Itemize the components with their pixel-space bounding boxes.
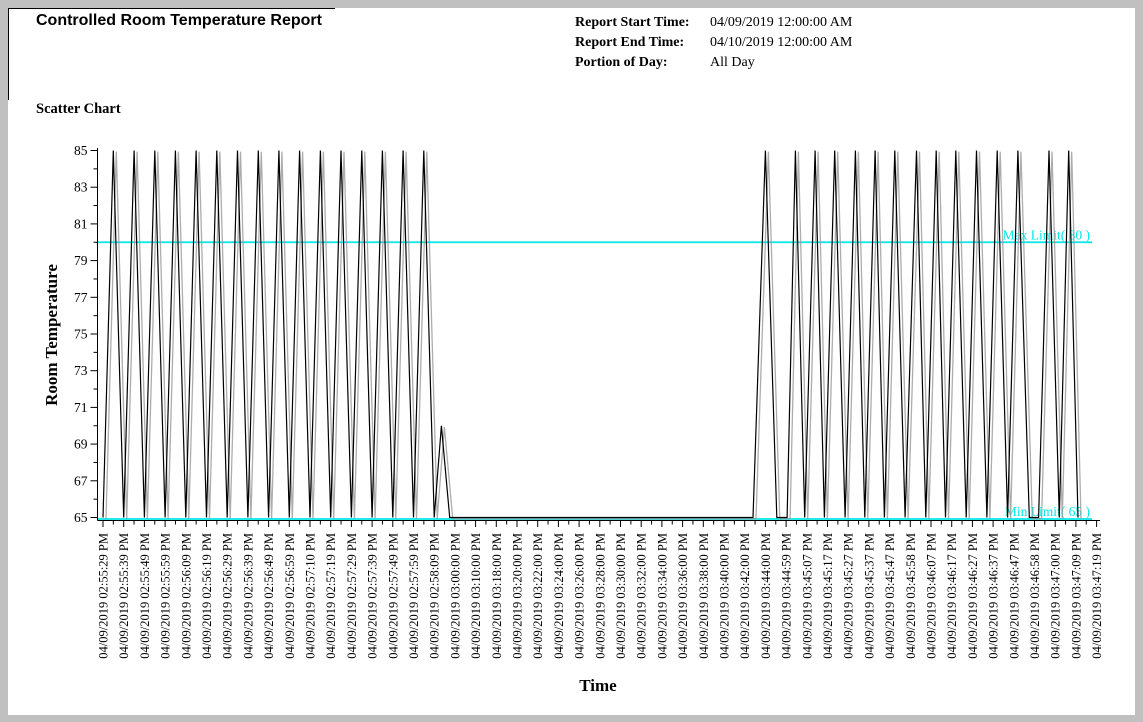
svg-text:04/09/2019 02:57:49 PM: 04/09/2019 02:57:49 PM — [386, 533, 400, 659]
svg-text:04/09/2019 03:47:09 PM: 04/09/2019 03:47:09 PM — [1069, 533, 1083, 659]
svg-text:04/09/2019 03:38:00 PM: 04/09/2019 03:38:00 PM — [697, 533, 711, 659]
meta-row-portion-of-day: Portion of Day: All Day — [575, 53, 852, 73]
report-start-time-label: Report Start Time: — [575, 13, 710, 33]
svg-text:04/09/2019 02:55:49 PM: 04/09/2019 02:55:49 PM — [138, 533, 152, 659]
portion-of-day-value: All Day — [710, 53, 755, 73]
svg-text:04/09/2019 03:32:00 PM: 04/09/2019 03:32:00 PM — [635, 533, 649, 659]
svg-text:04/09/2019 03:26:00 PM: 04/09/2019 03:26:00 PM — [573, 533, 587, 659]
svg-text:04/09/2019 02:56:19 PM: 04/09/2019 02:56:19 PM — [200, 533, 214, 659]
scatter-chart: Max Limit( 80 )Min Limit( 65 )8583817977… — [8, 130, 1135, 715]
svg-text:04/09/2019 03:45:58 PM: 04/09/2019 03:45:58 PM — [904, 533, 918, 659]
svg-text:04/09/2019 03:45:27 PM: 04/09/2019 03:45:27 PM — [842, 533, 856, 659]
x-axis-title: Time — [579, 676, 617, 695]
report-title: Controlled Room Temperature Report — [36, 12, 322, 30]
svg-text:04/09/2019 03:44:59 PM: 04/09/2019 03:44:59 PM — [780, 533, 794, 659]
y-axis-title: Room Temperature — [42, 264, 61, 406]
svg-text:04/09/2019 02:55:59 PM: 04/09/2019 02:55:59 PM — [159, 533, 173, 659]
portion-of-day-label: Portion of Day: — [575, 53, 710, 73]
svg-text:04/09/2019 03:44:00 PM: 04/09/2019 03:44:00 PM — [759, 533, 773, 659]
svg-text:04/09/2019 03:45:37 PM: 04/09/2019 03:45:37 PM — [862, 533, 876, 659]
svg-text:04/09/2019 03:00:00 PM: 04/09/2019 03:00:00 PM — [448, 533, 462, 659]
svg-text:04/09/2019 03:22:00 PM: 04/09/2019 03:22:00 PM — [531, 533, 545, 659]
y-axis-labels: 85 83 81 79 77 75 73 71 69 67 65 — [74, 143, 88, 525]
meta-row-start-time: Report Start Time: 04/09/2019 12:00:00 A… — [575, 13, 852, 33]
report-meta: Report Start Time: 04/09/2019 12:00:00 A… — [575, 13, 852, 73]
svg-text:04/09/2019 03:45:47 PM: 04/09/2019 03:45:47 PM — [883, 533, 897, 659]
svg-text:75: 75 — [74, 327, 88, 342]
report-end-time-value: 04/10/2019 12:00:00 AM — [710, 33, 852, 53]
svg-text:83: 83 — [74, 180, 88, 195]
svg-text:04/09/2019 03:24:00 PM: 04/09/2019 03:24:00 PM — [552, 533, 566, 659]
svg-text:04/09/2019 03:47:00 PM: 04/09/2019 03:47:00 PM — [1049, 533, 1063, 659]
svg-text:73: 73 — [74, 363, 88, 378]
svg-text:04/09/2019 03:46:17 PM: 04/09/2019 03:46:17 PM — [945, 533, 959, 659]
svg-text:04/09/2019 02:56:09 PM: 04/09/2019 02:56:09 PM — [179, 533, 193, 659]
svg-text:65: 65 — [74, 510, 88, 525]
report-viewport: { "page": { "title": "Controlled Room Te… — [0, 0, 1143, 722]
svg-text:04/09/2019 03:34:00 PM: 04/09/2019 03:34:00 PM — [655, 533, 669, 659]
svg-text:04/09/2019 03:46:07 PM: 04/09/2019 03:46:07 PM — [925, 533, 939, 659]
svg-text:04/09/2019 02:58:09 PM: 04/09/2019 02:58:09 PM — [428, 533, 442, 659]
chart-section-title: Scatter Chart — [36, 101, 121, 118]
report-start-time-value: 04/09/2019 12:00:00 AM — [710, 13, 852, 33]
svg-text:04/09/2019 03:20:00 PM: 04/09/2019 03:20:00 PM — [511, 533, 525, 659]
svg-text:04/09/2019 03:36:00 PM: 04/09/2019 03:36:00 PM — [676, 533, 690, 659]
svg-text:04/09/2019 03:46:58 PM: 04/09/2019 03:46:58 PM — [1028, 533, 1042, 659]
svg-text:04/09/2019 02:56:59 PM: 04/09/2019 02:56:59 PM — [283, 533, 297, 659]
svg-text:04/09/2019 03:46:37 PM: 04/09/2019 03:46:37 PM — [987, 533, 1001, 659]
report-end-time-label: Report End Time: — [575, 33, 710, 53]
svg-text:69: 69 — [74, 437, 88, 452]
svg-text:04/09/2019 03:42:00 PM: 04/09/2019 03:42:00 PM — [738, 533, 752, 659]
svg-text:04/09/2019 03:10:00 PM: 04/09/2019 03:10:00 PM — [469, 533, 483, 659]
svg-text:04/09/2019 03:47:19 PM: 04/09/2019 03:47:19 PM — [1090, 533, 1104, 659]
svg-text:71: 71 — [74, 400, 88, 415]
svg-text:04/09/2019 03:46:27 PM: 04/09/2019 03:46:27 PM — [966, 533, 980, 659]
svg-text:04/09/2019 03:28:00 PM: 04/09/2019 03:28:00 PM — [593, 533, 607, 659]
svg-text:04/09/2019 02:57:19 PM: 04/09/2019 02:57:19 PM — [324, 533, 338, 659]
page-border-top — [8, 8, 335, 9]
svg-text:77: 77 — [74, 290, 88, 305]
meta-row-end-time: Report End Time: 04/10/2019 12:00:00 AM — [575, 33, 852, 53]
svg-text:04/09/2019 02:56:39 PM: 04/09/2019 02:56:39 PM — [241, 533, 255, 659]
chart-area: Max Limit( 80 )Min Limit( 65 )8583817977… — [8, 130, 1135, 715]
svg-text:04/09/2019 02:57:59 PM: 04/09/2019 02:57:59 PM — [407, 533, 421, 659]
svg-text:04/09/2019 03:45:07 PM: 04/09/2019 03:45:07 PM — [800, 533, 814, 659]
svg-text:04/09/2019 02:55:39 PM: 04/09/2019 02:55:39 PM — [117, 533, 131, 659]
svg-text:81: 81 — [74, 216, 88, 231]
svg-text:79: 79 — [74, 253, 88, 268]
svg-text:85: 85 — [74, 143, 88, 158]
svg-text:04/09/2019 02:57:39 PM: 04/09/2019 02:57:39 PM — [366, 533, 380, 659]
y-axis-ticks — [91, 151, 98, 518]
x-axis-ticks — [103, 521, 1097, 528]
report-page: Controlled Room Temperature Report Repor… — [8, 8, 1135, 715]
svg-text:04/09/2019 03:30:00 PM: 04/09/2019 03:30:00 PM — [614, 533, 628, 659]
page-border-left — [8, 8, 9, 100]
svg-text:04/09/2019 02:56:49 PM: 04/09/2019 02:56:49 PM — [262, 533, 276, 659]
svg-text:04/09/2019 02:55:29 PM: 04/09/2019 02:55:29 PM — [97, 533, 111, 659]
svg-text:04/09/2019 02:57:10 PM: 04/09/2019 02:57:10 PM — [304, 533, 318, 659]
svg-text:04/09/2019 02:56:29 PM: 04/09/2019 02:56:29 PM — [221, 533, 235, 659]
svg-text:04/09/2019 03:40:00 PM: 04/09/2019 03:40:00 PM — [718, 533, 732, 659]
svg-text:04/09/2019 03:45:17 PM: 04/09/2019 03:45:17 PM — [821, 533, 835, 659]
svg-text:67: 67 — [74, 473, 88, 488]
temperature-series — [103, 151, 1078, 518]
svg-text:04/09/2019 02:57:29 PM: 04/09/2019 02:57:29 PM — [345, 533, 359, 659]
svg-text:04/09/2019 03:18:00 PM: 04/09/2019 03:18:00 PM — [490, 533, 504, 659]
svg-text:04/09/2019 03:46:47 PM: 04/09/2019 03:46:47 PM — [1007, 533, 1021, 659]
x-axis-labels: 04/09/2019 02:55:29 PM 04/09/2019 02:55:3… — [97, 533, 1105, 659]
